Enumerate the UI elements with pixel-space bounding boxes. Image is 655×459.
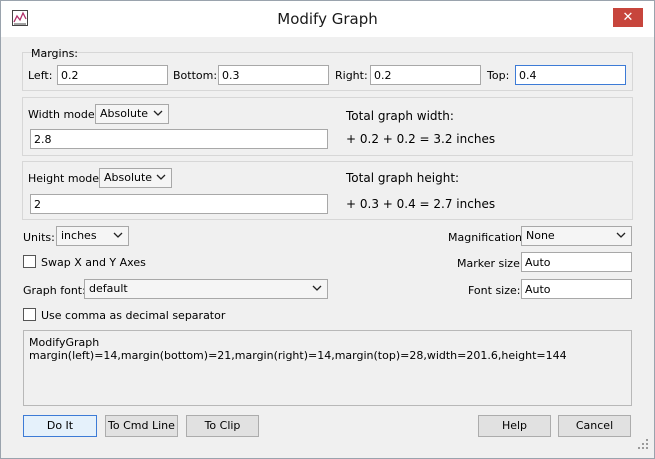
to-cmd-line-button[interactable]: To Cmd Line — [105, 415, 178, 437]
window-title: Modify Graph — [277, 10, 378, 28]
right-margin-input[interactable] — [370, 65, 481, 85]
left-margin-label: Left: — [28, 69, 53, 82]
total-height-label: Total graph height: — [346, 171, 460, 185]
close-button[interactable]: ✕ — [613, 8, 643, 27]
total-width-formula: + 0.2 + 0.2 = 3.2 inches — [346, 132, 496, 146]
font-size-input[interactable] — [521, 279, 632, 299]
cancel-button[interactable]: Cancel — [558, 415, 631, 437]
chevron-down-icon — [616, 232, 626, 238]
height-mode-value: Absolute — [104, 171, 153, 184]
width-mode-select[interactable]: Absolute — [95, 104, 169, 124]
height-mode-label: Height mode: — [28, 172, 103, 185]
margins-group-label: Margins: — [31, 47, 79, 60]
graph-font-select[interactable]: default — [84, 279, 328, 299]
do-it-button[interactable]: Do It — [23, 415, 97, 437]
to-clip-button[interactable]: To Clip — [186, 415, 259, 437]
modify-graph-dialog: Modify Graph ✕ Margins: Left: Bottom: Ri… — [0, 0, 655, 459]
marker-size-label: Marker size: — [457, 257, 524, 270]
magnification-value: None — [526, 229, 555, 242]
magnification-select[interactable]: None — [521, 226, 632, 246]
chevron-down-icon — [153, 110, 163, 116]
font-size-label: Font size: — [468, 284, 521, 297]
chevron-down-icon — [156, 174, 166, 180]
comma-decimal-label: Use comma as decimal separator — [41, 309, 226, 322]
command-text: ModifyGraph margin(left)=14,margin(botto… — [29, 336, 567, 362]
marker-size-input[interactable] — [521, 252, 632, 272]
top-margin-label: Top: — [487, 69, 510, 82]
units-value: inches — [61, 229, 97, 242]
height-mode-select[interactable]: Absolute — [99, 168, 172, 188]
graph-font-value: default — [89, 282, 128, 295]
command-output[interactable]: ModifyGraph margin(left)=14,margin(botto… — [23, 330, 632, 406]
units-label: Units: — [23, 231, 55, 244]
swap-axes-checkbox[interactable] — [23, 255, 36, 268]
top-margin-input[interactable] — [515, 65, 626, 85]
resize-grip-icon[interactable] — [637, 438, 649, 450]
height-input[interactable] — [30, 194, 328, 214]
width-input[interactable] — [30, 129, 328, 149]
bottom-margin-input[interactable] — [218, 65, 329, 85]
magnification-label: Magnification: — [448, 231, 526, 244]
close-icon: ✕ — [622, 10, 634, 25]
width-mode-label: Width mode: — [28, 108, 99, 121]
title-bar[interactable]: Modify Graph ✕ — [1, 1, 654, 37]
chevron-down-icon — [113, 232, 123, 238]
chevron-down-icon — [312, 285, 322, 291]
width-mode-value: Absolute — [100, 107, 149, 120]
left-margin-input[interactable] — [57, 65, 168, 85]
total-width-label: Total graph width: — [346, 109, 454, 123]
bottom-margin-label: Bottom: — [173, 69, 218, 82]
swap-axes-label: Swap X and Y Axes — [41, 256, 146, 269]
comma-decimal-checkbox[interactable] — [23, 308, 36, 321]
total-height-formula: + 0.3 + 0.4 = 2.7 inches — [346, 197, 496, 211]
units-select[interactable]: inches — [56, 226, 129, 246]
right-margin-label: Right: — [335, 69, 368, 82]
graph-font-label: Graph font: — [23, 284, 86, 297]
help-button[interactable]: Help — [478, 415, 551, 437]
